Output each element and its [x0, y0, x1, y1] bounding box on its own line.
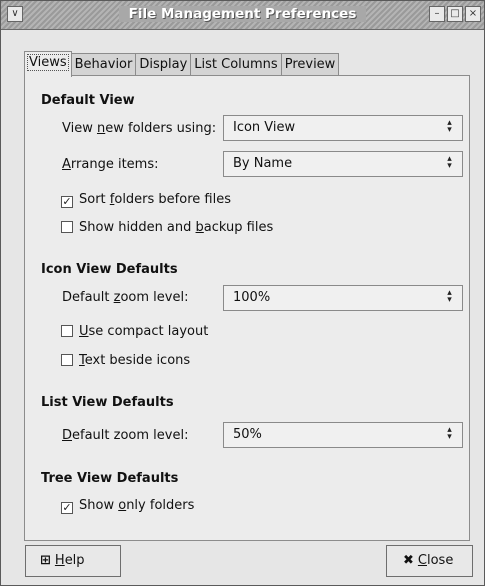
tab-display[interactable]: Display [135, 53, 192, 76]
arrange-items-value: By Name [233, 156, 293, 171]
compact-layout-checkbox[interactable]: Use compact layout [61, 324, 208, 340]
tab-views[interactable]: Views [24, 51, 72, 77]
checkbox-checked-icon: ✓ [61, 195, 73, 208]
show-hidden-checkbox[interactable]: Show hidden and backup files [61, 220, 273, 236]
title-bar[interactable]: ∨ File Management Preferences – □ × [1, 1, 484, 30]
tab-behavior[interactable]: Behavior [70, 53, 137, 76]
checkbox-checked-icon: ✓ [61, 501, 73, 514]
close-icon: ✖ [403, 553, 414, 568]
combo-arrow-icon: ▴ ▾ [447, 288, 452, 305]
list-zoom-label: Default zoom level: [62, 428, 189, 443]
sort-folders-checkbox[interactable]: ✓ Sort folders before files [61, 192, 231, 208]
maximize-icon[interactable]: □ [447, 6, 463, 22]
tab-preview[interactable]: Preview [280, 53, 340, 76]
tree-view-heading: Tree View Defaults [41, 471, 179, 486]
help-button[interactable]: ⊞ Help [25, 545, 121, 577]
arrange-items-label: Arrange items: [62, 157, 159, 172]
list-view-heading: List View Defaults [41, 395, 174, 410]
view-new-folders-value: Icon View [233, 120, 296, 135]
checkbox-unchecked-icon [61, 325, 73, 337]
tab-bar: Views Behavior Display List Columns Prev… [24, 51, 340, 77]
help-icon: ⊞ [40, 553, 51, 568]
show-only-folders-checkbox[interactable]: ✓ Show only folders [61, 498, 194, 514]
checkbox-unchecked-icon [61, 354, 73, 366]
combo-arrow-icon: ▴ ▾ [447, 425, 452, 442]
window-title: File Management Preferences [1, 6, 484, 22]
minimize-icon[interactable]: – [429, 6, 445, 22]
list-zoom-value: 50% [233, 427, 262, 442]
arrange-items-combo[interactable]: By Name ▴ ▾ [223, 151, 463, 177]
combo-arrow-icon: ▴ ▾ [447, 154, 452, 171]
close-window-icon[interactable]: × [465, 6, 481, 22]
tab-list-columns[interactable]: List Columns [190, 53, 282, 76]
view-new-folders-combo[interactable]: Icon View ▴ ▾ [223, 115, 463, 141]
preferences-window: ∨ File Management Preferences – □ × View… [0, 0, 485, 586]
icon-view-heading: Icon View Defaults [41, 262, 178, 277]
text-beside-icons-checkbox[interactable]: Text beside icons [61, 353, 190, 369]
icon-zoom-label: Default zoom level: [62, 290, 189, 305]
close-button[interactable]: ✖ Close [386, 545, 473, 577]
icon-zoom-combo[interactable]: 100% ▴ ▾ [223, 285, 463, 311]
default-view-heading: Default View [41, 93, 135, 108]
view-new-folders-label: View new folders using: [62, 121, 217, 136]
icon-zoom-value: 100% [233, 290, 271, 305]
combo-arrow-icon: ▴ ▾ [447, 118, 452, 135]
list-zoom-combo[interactable]: 50% ▴ ▾ [223, 422, 463, 448]
checkbox-unchecked-icon [61, 221, 73, 233]
